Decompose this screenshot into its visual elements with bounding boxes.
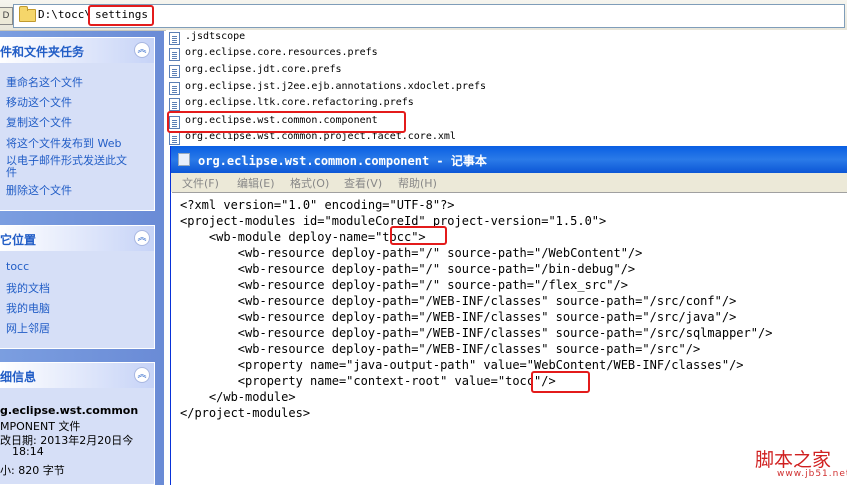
file-name: org.eclipse.core.resources.prefs xyxy=(185,47,378,58)
code-line: <wb-resource deploy-path="/" source-path… xyxy=(180,246,643,260)
address-label: D xyxy=(0,7,13,25)
collapse-icon[interactable]: ︽ xyxy=(134,230,150,246)
menu-edit[interactable]: 编辑(E) xyxy=(237,175,275,191)
place-my-computer[interactable]: 我的电脑 xyxy=(6,300,50,316)
file-name: org.eclipse.jst.j2ee.ejb.annotations.xdo… xyxy=(185,81,487,92)
other-places-panel: 它位置 ︽ tocc 我的文档 我的电脑 网上邻居 xyxy=(0,225,155,349)
panel-title: 件和文件夹任务 xyxy=(0,45,85,59)
highlight-box-settings: settings xyxy=(88,5,154,26)
notepad-titlebar[interactable]: org.eclipse.wst.common.component - 记事本 xyxy=(171,146,847,173)
file-name: org.eclipse.ltk.core.refactoring.prefs xyxy=(185,97,414,108)
menu-format[interactable]: 格式(O) xyxy=(290,175,329,191)
details-panel: 细信息 ︽ g.eclipse.wst.common MPONENT 文件 改日… xyxy=(0,362,155,485)
place-tocc[interactable]: tocc xyxy=(6,260,29,273)
file-name: .jsdtscope xyxy=(185,31,246,42)
text-area[interactable]: <?xml version="1.0" encoding="UTF-8"?> <p… xyxy=(172,192,847,486)
watermark-main: 脚本之家 xyxy=(755,449,832,471)
code-line: </project-modules> xyxy=(180,406,311,420)
menu-help[interactable]: 帮助(H) xyxy=(398,175,437,191)
file-icon xyxy=(169,98,180,111)
collapse-icon[interactable]: ︽ xyxy=(134,42,150,58)
other-places-header[interactable]: 它位置 ︽ xyxy=(0,226,154,251)
folder-icon xyxy=(19,6,36,22)
file-tasks-header[interactable]: 件和文件夹任务 ︽ xyxy=(0,38,154,63)
file-content: <?xml version="1.0" encoding="UTF-8"?> <p… xyxy=(180,197,772,421)
task-move[interactable]: 移动这个文件 xyxy=(6,94,72,110)
code-line: <wb-resource deploy-path="/WEB-INF/class… xyxy=(180,326,773,340)
watermark-url: www.jb51.net xyxy=(777,469,847,479)
menu-view[interactable]: 查看(V) xyxy=(344,175,382,191)
file-icon xyxy=(169,48,180,61)
address-bar: D D:\tocc\ settings xyxy=(0,0,847,31)
file-icon xyxy=(169,32,180,45)
file-tasks-panel: 件和文件夹任务 ︽ 重命名这个文件 移动这个文件 复制这个文件 将这个文件发布到… xyxy=(0,37,155,211)
task-delete[interactable]: 删除这个文件 xyxy=(6,182,72,198)
file-icon xyxy=(169,132,180,145)
detail-time: 18:14 xyxy=(12,445,44,458)
file-icon xyxy=(169,82,180,95)
place-network[interactable]: 网上邻居 xyxy=(6,320,50,336)
code-line: <wb-resource deploy-path="/WEB-INF/class… xyxy=(180,342,701,356)
code-line: <?xml version="1.0" encoding="UTF-8"?> xyxy=(180,198,455,212)
menu-file[interactable]: 文件(F) xyxy=(182,175,219,191)
task-pane: 件和文件夹任务 ︽ 重命名这个文件 移动这个文件 复制这个文件 将这个文件发布到… xyxy=(0,31,164,485)
code-line: <wb-resource deploy-path="/WEB-INF/class… xyxy=(180,294,737,308)
task-rename[interactable]: 重命名这个文件 xyxy=(6,74,83,90)
file-icon xyxy=(169,65,180,78)
menu-bar: 文件(F) 编辑(E) 格式(O) 查看(V) 帮助(H) xyxy=(171,173,847,192)
file-list: .jsdtscope org.eclipse.core.resources.pr… xyxy=(166,30,847,155)
watermark-logo: 脚本之家 www.jb51.net xyxy=(752,445,847,485)
code-line: <wb-resource deploy-path="/WEB-INF/class… xyxy=(180,310,737,324)
highlight-box-component-file xyxy=(167,111,406,133)
place-my-documents[interactable]: 我的文档 xyxy=(6,280,50,296)
panel-title: 细信息 xyxy=(0,370,37,384)
task-copy[interactable]: 复制这个文件 xyxy=(6,114,72,130)
task-email[interactable]: 以电子邮件形式发送此文件 xyxy=(6,155,136,179)
code-line: <project-modules id="moduleCoreId" proje… xyxy=(180,214,607,228)
highlight-box-context-root xyxy=(531,371,590,393)
address-path: D:\tocc\ xyxy=(38,8,91,21)
panel-title: 它位置 xyxy=(0,233,37,247)
notepad-icon xyxy=(178,153,190,166)
code-line: <wb-resource deploy-path="/" source-path… xyxy=(180,278,628,292)
highlight-box-deploy-name xyxy=(390,226,447,245)
detail-size: 小: 820 字节 xyxy=(0,464,65,477)
notepad-window: org.eclipse.wst.common.component - 记事本 文… xyxy=(170,146,847,486)
details-header[interactable]: 细信息 ︽ xyxy=(0,363,154,388)
code-line: <wb-module deploy-name="tocc"> xyxy=(180,230,426,244)
detail-filename: g.eclipse.wst.common xyxy=(0,404,139,417)
code-line: </wb-module> xyxy=(180,390,296,404)
notepad-title: org.eclipse.wst.common.component - 记事本 xyxy=(198,154,487,168)
address-highlighted-folder: settings xyxy=(95,8,148,21)
file-name: org.eclipse.jdt.core.prefs xyxy=(185,64,342,75)
code-line: <wb-resource deploy-path="/" source-path… xyxy=(180,262,636,276)
collapse-icon[interactable]: ︽ xyxy=(134,367,150,383)
code-line: <property name="java-output-path" value=… xyxy=(180,358,744,372)
code-line: <property name="context-root" value="toc… xyxy=(180,374,556,388)
task-publish[interactable]: 将这个文件发布到 Web xyxy=(6,135,121,151)
